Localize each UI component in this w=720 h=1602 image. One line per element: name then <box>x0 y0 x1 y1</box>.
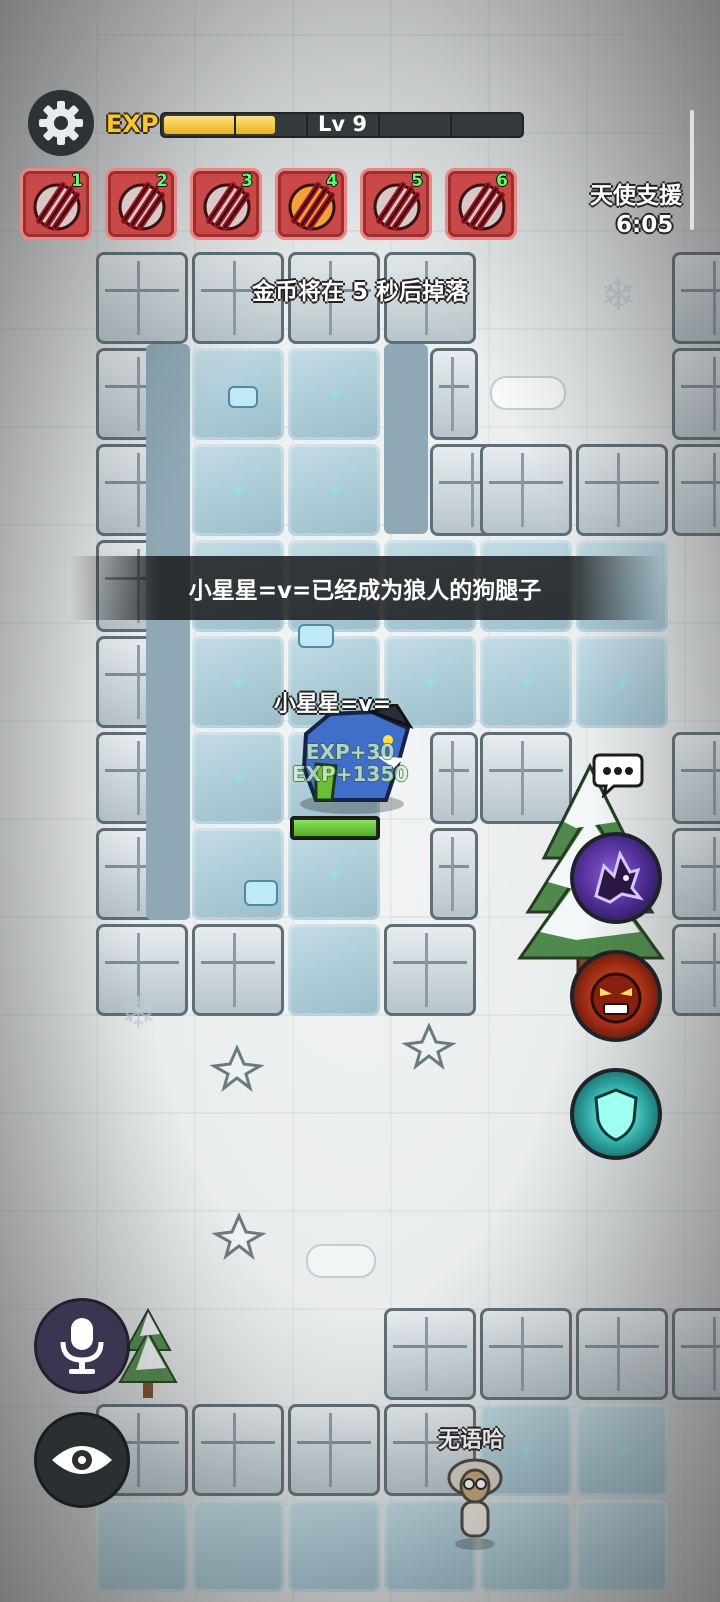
ice-channel <box>384 344 428 534</box>
angel-support-timer: 6:05 <box>616 212 674 238</box>
snow-leaf-decoration <box>402 1022 456 1070</box>
ice-tile <box>576 1500 668 1592</box>
announcement-text: 小星星=v=已经成为狼人的狗腿子 <box>188 578 542 604</box>
stone-wall <box>672 828 720 920</box>
stone-wall <box>672 732 720 824</box>
stone-wall <box>576 444 668 536</box>
ability-rage-button[interactable] <box>570 950 662 1042</box>
ice-tile <box>192 1500 284 1592</box>
view-button[interactable] <box>34 1412 130 1508</box>
snow-pile <box>306 1244 376 1278</box>
skill-slot-6[interactable]: 6 <box>445 168 517 240</box>
snowflake-decoration: ❄ <box>120 988 157 1039</box>
stone-wall <box>192 1404 284 1496</box>
exp-segment-divider <box>306 114 308 136</box>
ice-chunk <box>244 880 278 906</box>
exp-gain-popup: EXP+1350 <box>292 762 409 786</box>
ice-tile: + <box>192 732 284 824</box>
skill-slot-number: 1 <box>71 171 83 191</box>
scroll-indicator <box>690 110 694 230</box>
exp-progress-fill <box>164 116 276 134</box>
ice-tile: + <box>480 636 572 728</box>
stone-wall <box>672 1308 720 1400</box>
ice-chunk <box>228 386 258 408</box>
stone-wall <box>672 924 720 1016</box>
microphone-icon <box>60 1318 104 1374</box>
skill-slot-5[interactable]: 5 <box>360 168 432 240</box>
snow-leaf-decoration <box>210 1044 264 1092</box>
other-player-name-tag: 无语哈 <box>438 1428 505 1453</box>
ice-tile <box>192 828 284 920</box>
wolf-howl-icon <box>594 850 644 904</box>
announcement-banner: 小星星=v=已经成为狼人的狗腿子 <box>70 556 660 620</box>
stone-wall <box>430 732 478 824</box>
exp-gain-popup: EXP+30 <box>306 740 395 764</box>
stone-wall <box>480 444 572 536</box>
snow-leaf-decoration <box>212 1212 266 1260</box>
player-health-fill <box>294 820 376 836</box>
voice-chat-button[interactable] <box>34 1298 130 1394</box>
coin-drop-message: 金币将在 5 秒后掉落 <box>251 279 469 305</box>
ice-tile: + <box>192 444 284 536</box>
ability-shield-button[interactable] <box>570 1068 662 1160</box>
stone-wall <box>192 924 284 1016</box>
stone-wall <box>480 1308 572 1400</box>
ice-tile: + <box>576 636 668 728</box>
eye-icon <box>52 1446 112 1474</box>
ice-tile <box>96 1500 188 1592</box>
exp-segment-divider <box>234 114 236 136</box>
sheep-character <box>447 1458 503 1550</box>
ice-tile: + <box>288 348 380 440</box>
gear-icon <box>39 101 83 145</box>
settings-button[interactable] <box>28 90 94 156</box>
exp-segment-divider <box>450 114 452 136</box>
stone-wall <box>384 924 476 1016</box>
ice-tile: + <box>192 636 284 728</box>
skill-slot-4[interactable]: 4 <box>275 168 347 240</box>
shield-icon <box>594 1088 638 1142</box>
skill-slot-3[interactable]: 3 <box>190 168 262 240</box>
stone-wall <box>430 828 478 920</box>
chat-button[interactable] <box>592 752 644 800</box>
exp-segment-divider <box>378 114 380 136</box>
exp-label: EXP <box>106 110 159 138</box>
rage-face-icon <box>590 972 642 1024</box>
stone-wall <box>288 1404 380 1496</box>
skill-slot-number: 3 <box>241 171 253 191</box>
ice-tile <box>288 1500 380 1592</box>
player-health-bar <box>290 816 380 840</box>
ice-tile: + <box>576 1404 668 1496</box>
ice-tile: + <box>288 444 380 536</box>
ice-channel <box>146 344 190 920</box>
skill-slot-1[interactable]: 1 <box>20 168 92 240</box>
ice-tile <box>288 924 380 1016</box>
player-name-tag: 小星星=v= <box>274 692 392 717</box>
skill-slot-number: 5 <box>411 171 423 191</box>
stone-wall <box>672 348 720 440</box>
skill-slot-number: 6 <box>496 171 508 191</box>
snow-pile <box>490 376 566 410</box>
ice-tile: + <box>288 828 380 920</box>
ability-wolf-button[interactable] <box>570 832 662 924</box>
stone-wall <box>430 348 478 440</box>
angel-support-title: 天使支援 <box>590 183 682 209</box>
skill-slot-2[interactable]: 2 <box>105 168 177 240</box>
skill-slot-number: 2 <box>156 171 168 191</box>
ice-chunk <box>298 624 334 648</box>
stone-wall <box>384 1308 476 1400</box>
stone-wall <box>576 1308 668 1400</box>
level-text: Lv 9 <box>318 112 367 136</box>
stone-wall <box>672 444 720 536</box>
chat-bubble-icon <box>592 753 644 800</box>
skill-slot-number: 4 <box>326 171 338 191</box>
